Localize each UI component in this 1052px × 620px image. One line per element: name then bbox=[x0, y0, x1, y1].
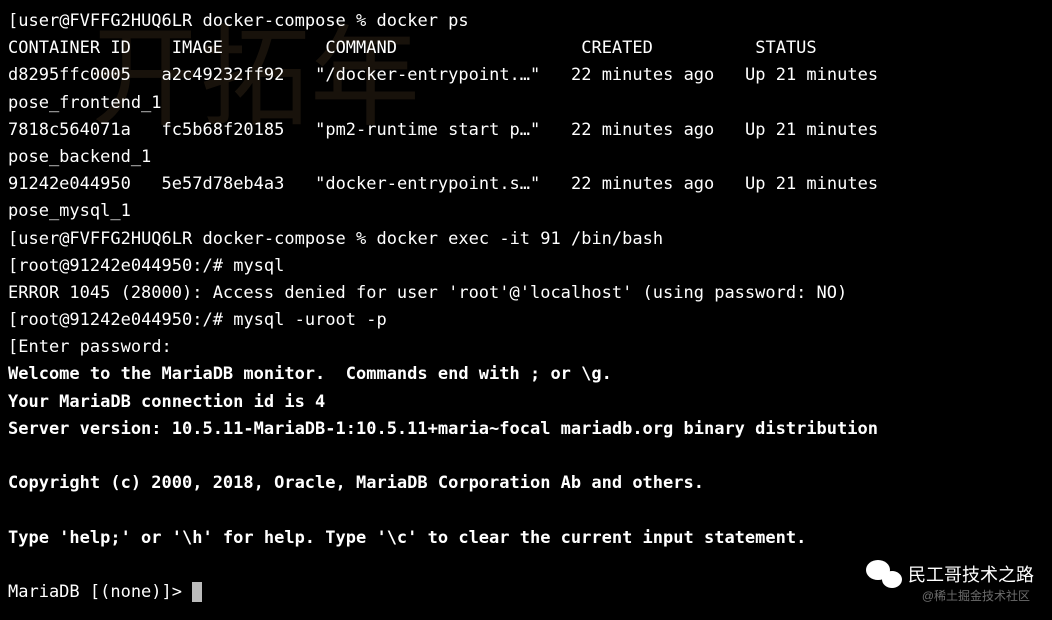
command-text: docker exec -it 91 /bin/bash bbox=[377, 229, 664, 249]
wechat-icon bbox=[866, 560, 902, 590]
enter-password-line: [Enter password: bbox=[8, 334, 1044, 361]
table-row: 91242e044950 5e57d78eb4a3 "docker-entryp… bbox=[8, 171, 1044, 198]
blank-line bbox=[8, 443, 1044, 470]
mariadb-welcome: Welcome to the MariaDB monitor. Commands… bbox=[8, 361, 1044, 388]
blank-line bbox=[8, 497, 1044, 524]
table-row: 7818c564071a fc5b68f20185 "pm2-runtime s… bbox=[8, 117, 1044, 144]
table-row-name: pose_backend_1 bbox=[8, 144, 1044, 171]
cursor-icon bbox=[192, 582, 202, 602]
watermark-badge: 民工哥技术之路 bbox=[866, 560, 1034, 590]
mariadb-version: Server version: 10.5.11-MariaDB-1:10.5.1… bbox=[8, 416, 1044, 443]
error-line: ERROR 1045 (28000): Access denied for us… bbox=[8, 280, 1044, 307]
prompt-line-3: [root@91242e044950:/# mysql bbox=[8, 253, 1044, 280]
mariadb-help: Type 'help;' or '\h' for help. Type '\c'… bbox=[8, 525, 1044, 552]
prompt-line-2: [user@FVFFG2HUQ6LR docker-compose % dock… bbox=[8, 226, 1044, 253]
mariadb-connection: Your MariaDB connection id is 4 bbox=[8, 389, 1044, 416]
mariadb-copyright: Copyright (c) 2000, 2018, Oracle, MariaD… bbox=[8, 470, 1044, 497]
prompt-line-4: [root@91242e044950:/# mysql -uroot -p bbox=[8, 307, 1044, 334]
command-text: mysql -uroot -p bbox=[233, 310, 387, 330]
command-text: mysql bbox=[233, 256, 284, 276]
command-text: docker ps bbox=[377, 11, 469, 31]
table-row-name: pose_frontend_1 bbox=[8, 90, 1044, 117]
prompt-line-1: [user@FVFFG2HUQ6LR docker-compose % dock… bbox=[8, 8, 1044, 35]
terminal-content: [user@FVFFG2HUQ6LR docker-compose % dock… bbox=[8, 8, 1044, 606]
watermark-badge-text: 民工哥技术之路 bbox=[908, 561, 1034, 590]
sub-watermark-text: @稀土掘金技术社区 bbox=[922, 587, 1030, 606]
table-row: d8295ffc0005 a2c49232ff92 "/docker-entry… bbox=[8, 62, 1044, 89]
table-header: CONTAINER ID IMAGE COMMAND CREATED STATU… bbox=[8, 35, 1044, 62]
table-row-name: pose_mysql_1 bbox=[8, 198, 1044, 225]
